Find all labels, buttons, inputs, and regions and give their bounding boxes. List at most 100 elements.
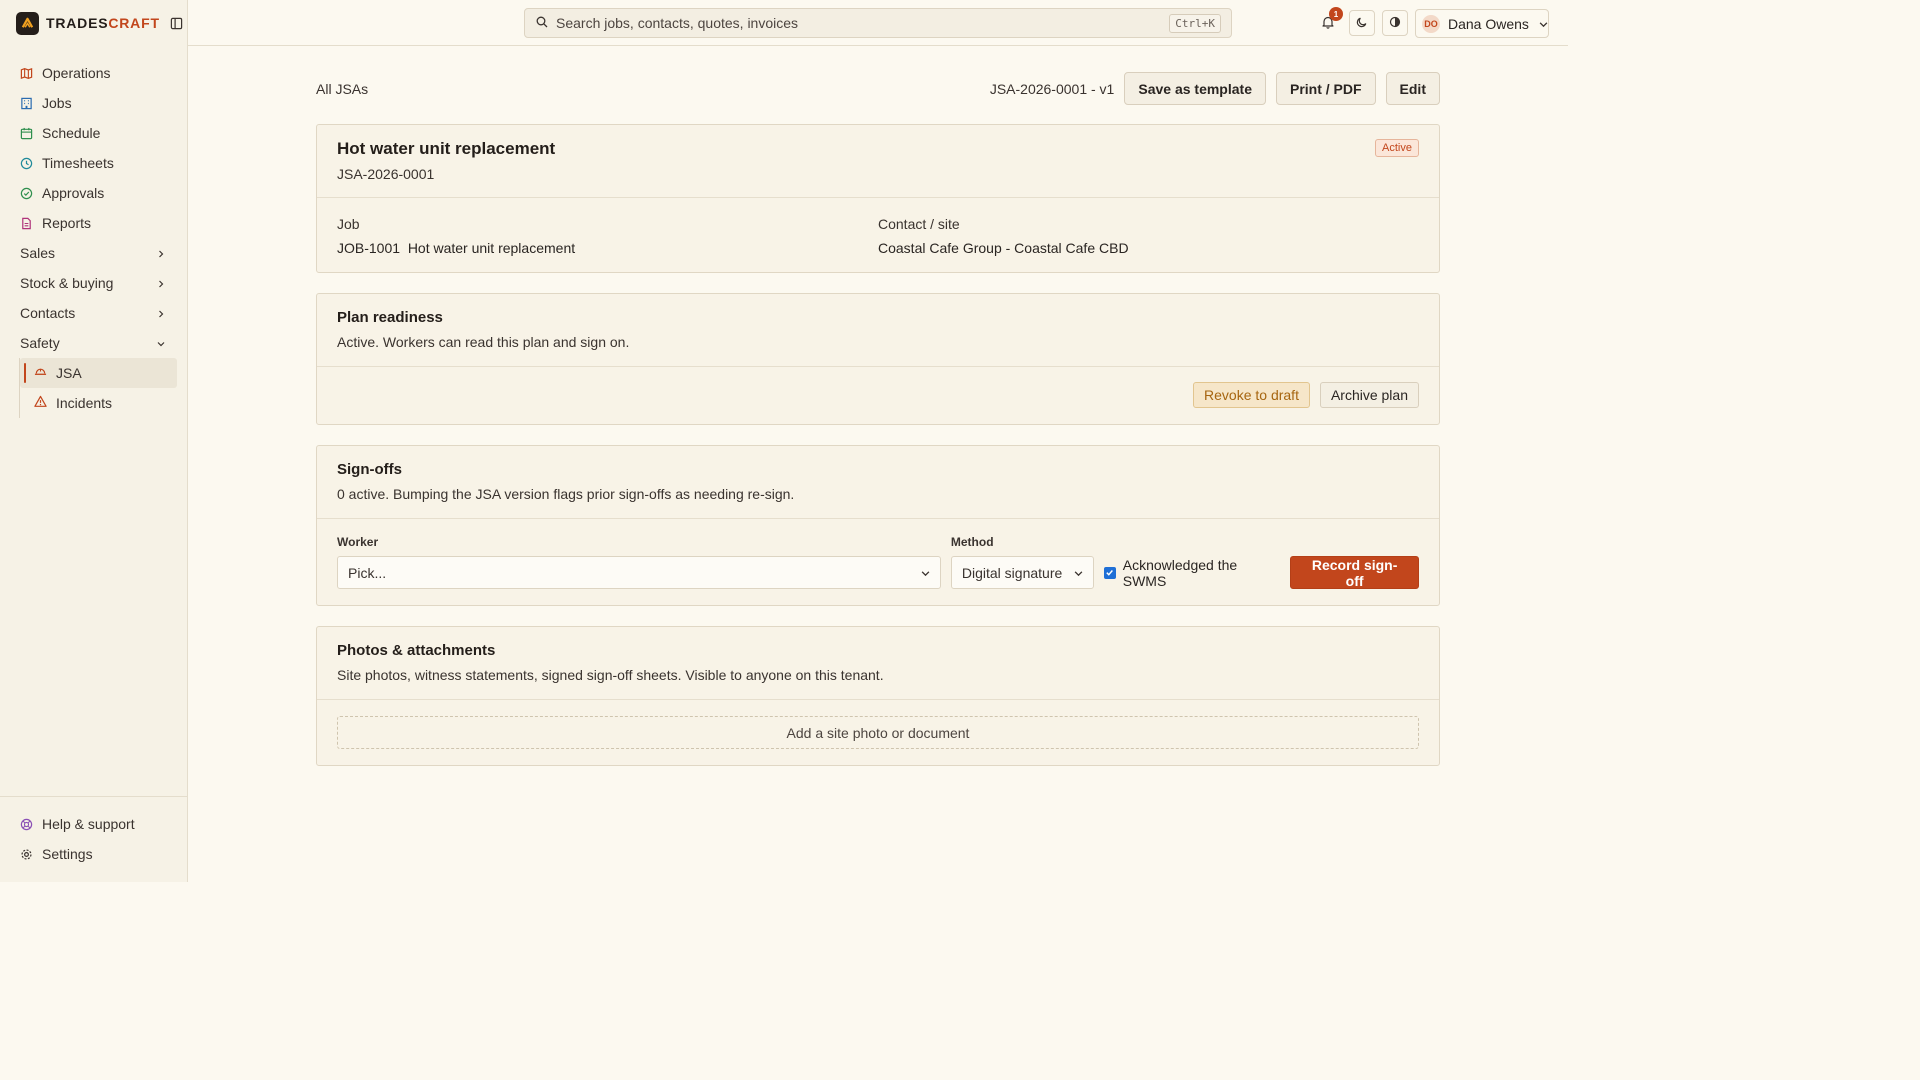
safety-submenu: JSA Incidents <box>19 358 187 418</box>
worker-field: Worker Pick... <box>337 535 941 589</box>
search-icon <box>536 15 548 31</box>
header-actions: JSA-2026-0001 - v1 Save as template Prin… <box>990 72 1440 105</box>
plan-readiness-card: Plan readiness Active. Workers can read … <box>316 293 1440 425</box>
clock-icon <box>20 157 33 170</box>
chevron-right-icon <box>157 305 165 321</box>
section-title: Photos & attachments <box>337 642 496 659</box>
sidebar-item-help[interactable]: Help & support <box>0 809 187 839</box>
sidebar-item-schedule[interactable]: Schedule <box>0 118 187 148</box>
sidebar-item-label: JSA <box>56 365 82 381</box>
section-title: Sign-offs <box>337 461 402 478</box>
attachments-card: Photos & attachments Site photos, witnes… <box>316 626 1440 766</box>
sidebar-item-settings[interactable]: Settings <box>0 839 187 869</box>
brand: TRADESCRAFT <box>0 0 187 46</box>
sidebar-item-reports[interactable]: Reports <box>0 208 187 238</box>
sidebar-item-label: Timesheets <box>42 155 114 171</box>
method-select[interactable]: Digital signature <box>950 556 1095 589</box>
sidebar-item-label: Schedule <box>42 125 101 141</box>
acknowledge-swms-field: Acknowledged the SWMS <box>1104 556 1280 589</box>
sidebar-item-incidents[interactable]: Incidents <box>20 388 177 418</box>
print-pdf-button[interactable]: Print / PDF <box>1275 72 1376 105</box>
acknowledge-swms-checkbox[interactable] <box>1104 566 1116 579</box>
chevron-right-icon <box>157 245 165 261</box>
sidebar-item-label: Jobs <box>42 95 72 111</box>
method-select-value: Digital signature <box>961 564 1063 581</box>
sidebar-group-sales[interactable]: Sales <box>0 238 187 268</box>
job-label: Job <box>337 216 360 232</box>
sidebar-item-jsa[interactable]: JSA <box>20 358 177 388</box>
sidebar-group-label: Contacts <box>20 305 76 321</box>
sidebar-group-label: Safety <box>20 335 60 351</box>
map-icon <box>20 67 33 80</box>
hard-hat-icon <box>34 365 47 381</box>
chevron-down-icon <box>1539 16 1548 32</box>
avatar: DO <box>1422 14 1440 33</box>
user-name: Dana Owens <box>1448 15 1529 32</box>
page-title: Hot water unit replacement <box>337 139 556 158</box>
sidebar-group-safety[interactable]: Safety <box>0 328 187 358</box>
sidebar-collapse-icon[interactable] <box>170 16 184 30</box>
edit-button[interactable]: Edit <box>1385 72 1440 105</box>
contrast-toggle-button[interactable] <box>1382 10 1408 36</box>
contrast-icon <box>1389 15 1401 31</box>
archive-plan-button[interactable]: Archive plan <box>1319 382 1419 408</box>
sidebar-item-label: Operations <box>42 65 111 81</box>
brand-name: TRADESCRAFT <box>46 15 160 31</box>
save-as-template-button[interactable]: Save as template <box>1124 72 1266 105</box>
search-placeholder: Search jobs, contacts, quotes, invoices <box>556 15 799 31</box>
sidebar-group-stock[interactable]: Stock & buying <box>0 268 187 298</box>
search-input[interactable]: Search jobs, contacts, quotes, invoices … <box>524 8 1232 38</box>
sidebar-item-label: Help & support <box>42 816 135 832</box>
building-icon <box>20 97 33 110</box>
add-attachment-dropzone[interactable]: Add a site photo or document <box>337 716 1419 749</box>
sidebar-nav: Operations Jobs Schedule Timesheets Appr… <box>0 58 187 418</box>
worker-select-value: Pick... <box>348 564 387 581</box>
section-description: 0 active. Bumping the JSA version flags … <box>337 486 795 502</box>
check-circle-icon <box>20 187 33 200</box>
job-value[interactable]: JOB-1001 Hot water unit replacement <box>337 240 878 256</box>
lifebuoy-icon <box>20 818 33 831</box>
sidebar-group-label: Sales <box>20 245 56 261</box>
sidebar-group-label: Stock & buying <box>20 275 114 291</box>
job-field: Job JOB-1001 Hot water unit replacement <box>337 216 878 256</box>
chevron-down-icon <box>157 335 165 351</box>
readiness-head: Plan readiness Active. Workers can read … <box>317 294 1439 367</box>
sidebar-group-contacts[interactable]: Contacts <box>0 298 187 328</box>
method-field: Method Digital signature <box>950 535 1095 589</box>
jsa-summary-card: Hot water unit replacement JSA-2026-0001… <box>316 124 1440 273</box>
chevron-right-icon <box>157 275 165 291</box>
contact-field: Contact / site Coastal Cafe Group - Coas… <box>878 216 1419 256</box>
summary-meta: Job JOB-1001 Hot water unit replacement … <box>317 198 1439 272</box>
chevron-down-icon <box>1074 565 1083 581</box>
sidebar-item-label: Settings <box>42 846 93 862</box>
sign-offs-card: Sign-offs 0 active. Bumping the JSA vers… <box>316 445 1440 606</box>
main-content: All JSAs JSA-2026-0001 - v1 Save as temp… <box>316 72 1440 766</box>
contact-label: Contact / site <box>878 216 960 232</box>
notification-badge: 1 <box>1329 7 1343 21</box>
sidebar-item-jobs[interactable]: Jobs <box>0 88 187 118</box>
sidebar-item-timesheets[interactable]: Timesheets <box>0 148 187 178</box>
worker-select[interactable]: Pick... <box>337 556 941 589</box>
gear-icon <box>20 848 33 861</box>
theme-toggle-button[interactable] <box>1349 10 1375 36</box>
brand-logo-icon[interactable] <box>16 11 39 35</box>
method-label: Method <box>950 535 994 549</box>
sidebar-item-operations[interactable]: Operations <box>0 58 187 88</box>
calendar-icon <box>20 127 33 140</box>
sign-off-form: Worker Pick... Method Digital signature … <box>317 519 1439 605</box>
attachments-head: Photos & attachments Site photos, witnes… <box>317 627 1439 700</box>
revoke-to-draft-button[interactable]: Revoke to draft <box>1193 382 1310 408</box>
moon-icon <box>1356 15 1368 31</box>
section-title: Plan readiness <box>337 309 443 326</box>
jsa-id: JSA-2026-0001 <box>337 166 435 182</box>
breadcrumb-all-jsas[interactable]: All JSAs <box>316 81 368 97</box>
readiness-actions: Revoke to draft Archive plan <box>317 367 1439 424</box>
sidebar-item-label: Approvals <box>42 185 105 201</box>
contact-value[interactable]: Coastal Cafe Group - Coastal Cafe CBD <box>878 240 1419 256</box>
status-badge: Active <box>1375 139 1419 157</box>
record-sign-off-button[interactable]: Record sign-off <box>1290 556 1419 589</box>
notifications-button[interactable]: 1 <box>1315 7 1343 36</box>
sidebar-item-approvals[interactable]: Approvals <box>0 178 187 208</box>
signoffs-head: Sign-offs 0 active. Bumping the JSA vers… <box>317 446 1439 519</box>
user-menu-button[interactable]: DO Dana Owens <box>1415 9 1549 38</box>
